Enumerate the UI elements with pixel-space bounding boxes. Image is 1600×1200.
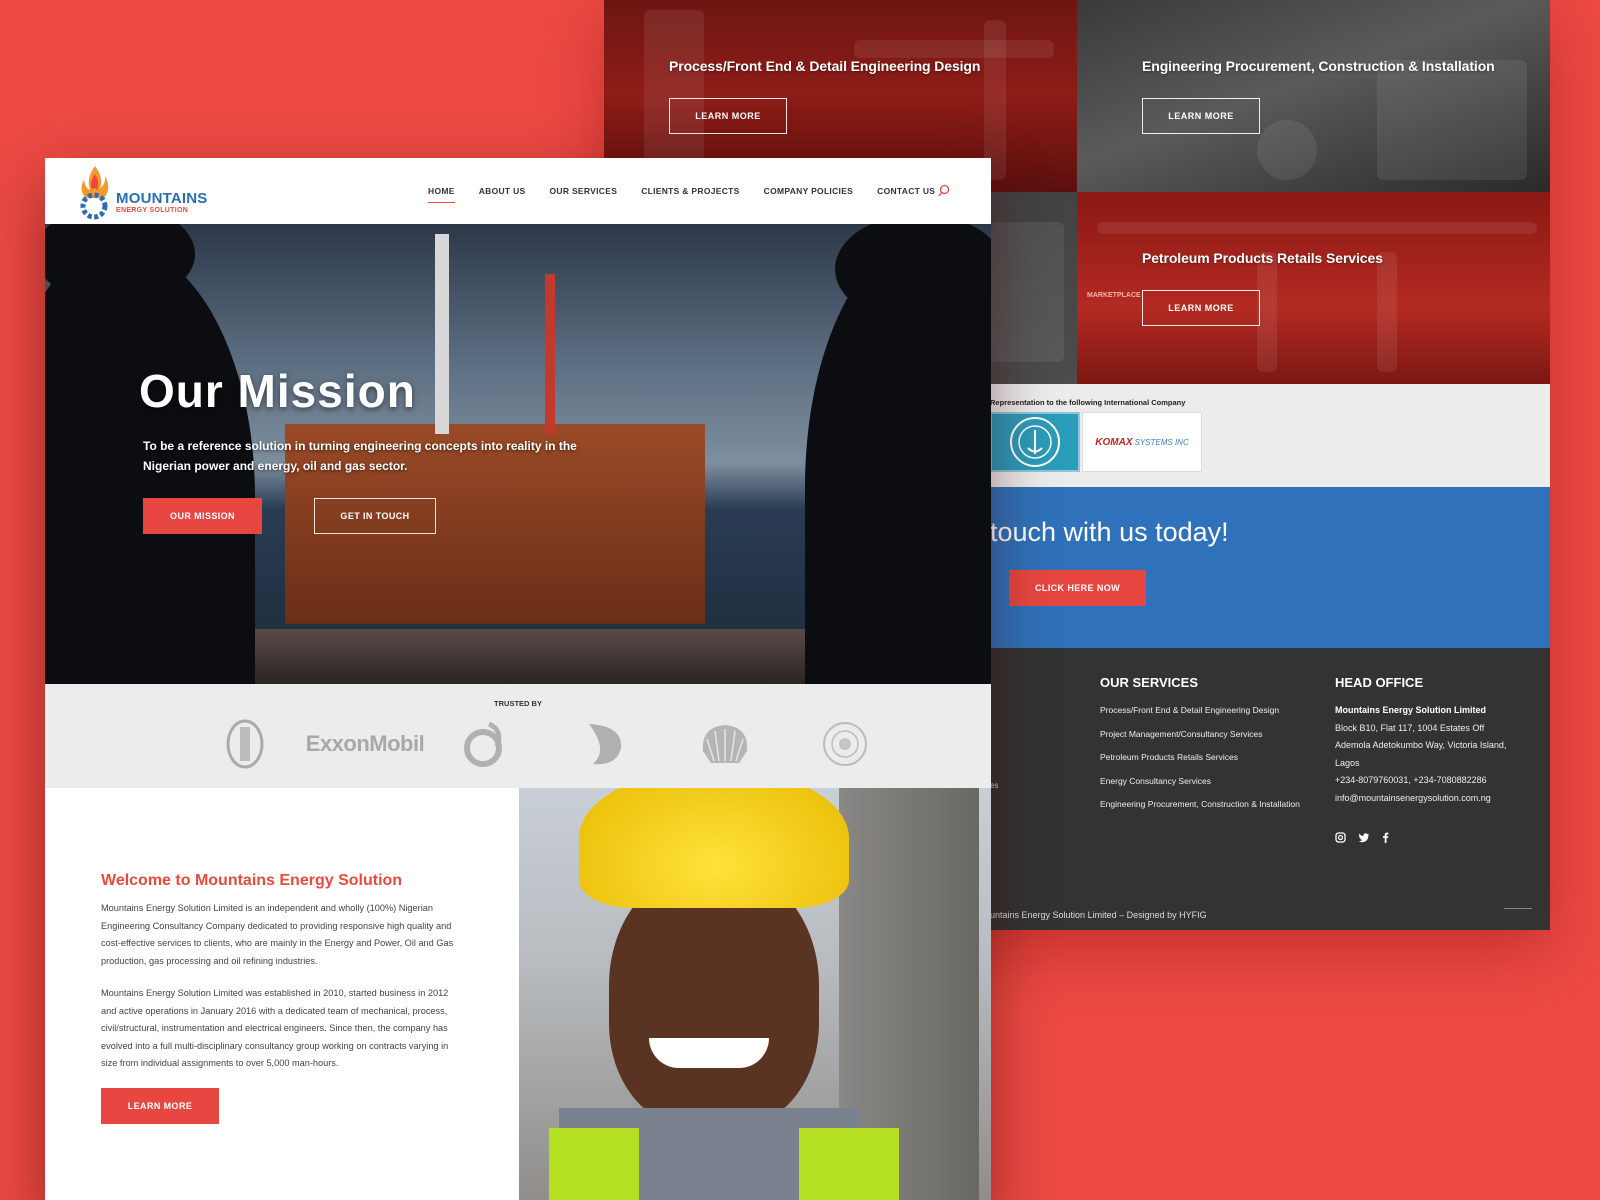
footer-service-link[interactable]: Petroleum Products Retails Services [1100,749,1300,767]
oando-logo [425,719,545,769]
pump-decoration [1257,252,1277,372]
komax-logo: KOMAX SYSTEMS INC [1082,412,1202,472]
office-address-line: Block B10, Flat 117, 1004 Estates Off [1335,722,1485,733]
trusted-by-section: TRUSTED BY ExxonMobil [45,684,991,788]
learn-more-button[interactable]: LEARN MORE [1142,290,1260,326]
about-section: Welcome to Mountains Energy Solution Mou… [45,788,509,1200]
office-address-line: Lagos [1335,757,1360,768]
main-nav: HOME ABOUT US OUR SERVICES CLIENTS & PRO… [428,186,935,203]
trusted-logos: ExxonMobil [185,719,905,769]
rccg-logo [785,719,905,769]
footer-clipped-text: es [990,781,999,790]
service-tile-epci[interactable]: Engineering Procurement, Construction & … [1077,0,1550,192]
about-paragraph: Mountains Energy Solution Limited is an … [101,903,454,966]
footer-service-link[interactable]: Process/Front End & Detail Engineering D… [1100,702,1300,720]
footer-divider [1504,908,1532,909]
komax-sub: SYSTEMS INC [1134,437,1189,447]
click-here-now-button[interactable]: CLICK HERE NOW [1009,570,1146,606]
office-email[interactable]: info@mountainsenergysolution.com.ng [1335,790,1535,808]
hero-title: Our Mission [139,365,416,417]
pipe-decoration [644,10,704,180]
get-in-touch-button[interactable]: GET IN TOUCH [314,498,436,534]
logo-tagline: ENERGY SOLUTION [116,207,189,214]
site-header: MOUNTAINS ENERGY SOLUTION HOME ABOUT US … [45,158,991,224]
canopy-decoration [1097,222,1537,234]
crane-decoration [545,274,555,434]
pipe-decoration [984,20,1006,180]
nav-contact-us[interactable]: CONTACT US [877,186,935,203]
twitter-icon[interactable] [1358,832,1370,843]
representation-title: Representation to the following Internat… [990,398,1186,407]
hardhat-decoration [579,788,849,908]
service-tile-petroleum-retail[interactable]: MARKETPLACE Petroleum Products Retails S… [1077,192,1550,384]
tile-title: Petroleum Products Retails Services [1142,250,1383,266]
footer-copyright: untains Energy Solution Limited – Design… [990,910,1207,920]
shell-logo [665,719,785,769]
vest-left-decoration [549,1128,639,1200]
nav-home[interactable]: HOME [428,186,455,203]
learn-more-button[interactable]: LEARN MORE [101,1088,219,1124]
facebook-icon[interactable] [1382,832,1389,843]
nav-clients-projects[interactable]: CLIENTS & PROJECTS [641,186,739,203]
footer-service-link[interactable]: Project Management/Consultancy Services [1100,726,1300,744]
hero-section: Our Mission To be a reference solution i… [45,224,991,684]
marketplace-sign: MARKETPLACE [1087,292,1141,299]
pump-decoration [1377,252,1397,372]
hardhat-decoration [1257,120,1317,180]
footer-service-link[interactable]: Engineering Procurement, Construction & … [1100,796,1300,814]
footer-office-heading: HEAD OFFICE [1335,675,1424,690]
tile-title: Engineering Procurement, Construction & … [1142,58,1495,74]
footer-services-heading: OUR SERVICES [1100,675,1199,690]
learn-more-button[interactable]: LEARN MORE [669,98,787,134]
footer-head-office: HEAD OFFICE Mountains Energy Solution Li… [1335,675,1535,807]
logo-name: MOUNTAINS [116,190,208,207]
dangote-logo [545,719,665,769]
hero-description: To be a reference solution in turning en… [143,439,577,473]
office-phone: +234-8079760031, +234-7080882286 [1335,775,1487,785]
smile-decoration [649,1038,769,1068]
our-mission-button[interactable]: OUR MISSION [143,498,262,534]
nav-about-us[interactable]: ABOUT US [479,186,526,203]
learn-more-button[interactable]: LEARN MORE [1142,98,1260,134]
pipe-decoration [854,40,1054,58]
seal-logo-icon [1010,417,1060,467]
nav-our-services[interactable]: OUR SERVICES [550,186,618,203]
derrick-decoration [435,234,449,434]
cta-heading: touch with us today! [990,517,1229,547]
komax-brand: KOMAX [1095,436,1133,448]
trusted-by-label: TRUSTED BY [494,699,542,708]
tile-title: Process/Front End & Detail Engineering D… [669,58,981,74]
footer-services: OUR SERVICES Process/Front End & Detail … [1100,675,1300,820]
seal-logo [990,412,1080,472]
search-icon[interactable] [938,184,950,198]
building-decoration [1377,60,1527,180]
office-company-name: Mountains Energy Solution Limited [1335,705,1487,715]
document-decoration [984,222,1064,362]
amni-logo [185,719,305,769]
exxonmobil-logo: ExxonMobil [305,731,425,756]
instagram-icon[interactable] [1335,832,1346,843]
front-page-preview: MOUNTAINS ENERGY SOLUTION HOME ABOUT US … [45,158,991,1200]
office-address-line: Ademola Adetokumbo Way, Victoria Island, [1335,740,1507,750]
nav-company-policies[interactable]: COMPANY POLICIES [764,186,854,203]
footer-service-link[interactable]: Energy Consultancy Services [1100,773,1300,791]
flame-gear-icon [76,164,114,220]
footer-social [1335,832,1389,843]
site-logo[interactable]: MOUNTAINS ENERGY SOLUTION [76,164,208,220]
about-paragraph: Mountains Energy Solution Limited was es… [101,988,449,1068]
worker-photo [519,788,991,1200]
vest-right-decoration [799,1128,899,1200]
about-title: Welcome to Mountains Energy Solution [101,872,403,889]
